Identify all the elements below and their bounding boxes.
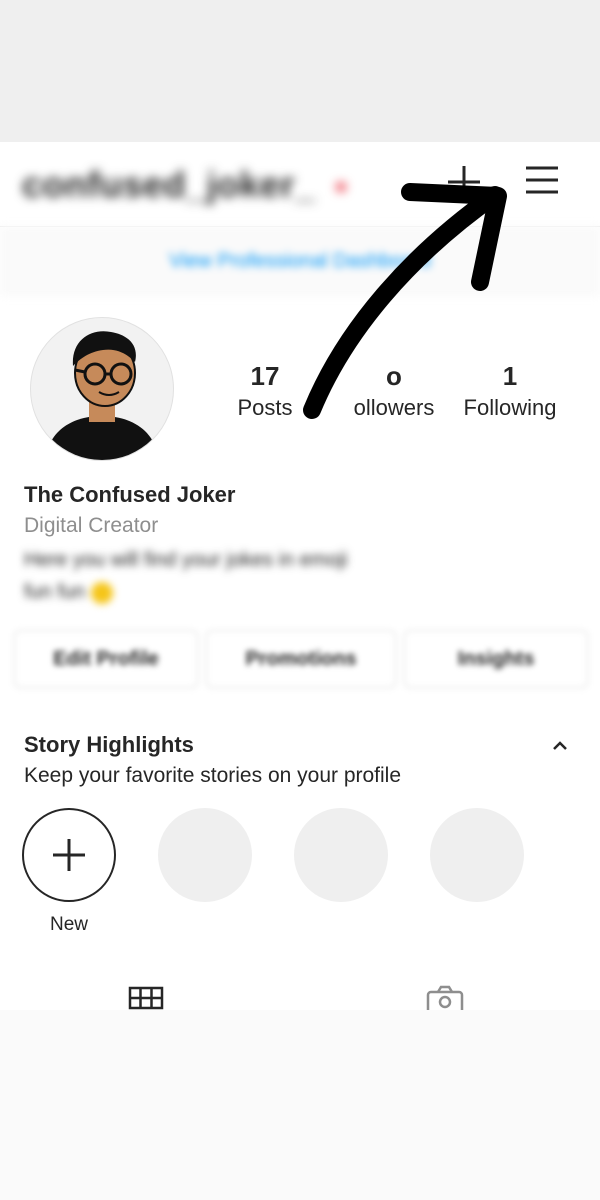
profile-actions: Edit Profile Promotions Insights xyxy=(14,630,588,688)
grid-icon[interactable] xyxy=(126,982,166,1012)
hamburger-menu-icon[interactable] xyxy=(522,160,562,200)
new-highlight-button[interactable] xyxy=(22,808,116,902)
story-highlights-title: Story Highlights xyxy=(24,732,194,757)
edit-profile-button[interactable]: Edit Profile xyxy=(14,630,198,688)
posts-label: Posts xyxy=(237,395,293,420)
followers-stat[interactable]: o ollowers xyxy=(345,360,443,424)
posts-stat: 17 Posts xyxy=(222,360,308,424)
emoji-icon xyxy=(90,581,113,604)
top-bar: confused_joker_ xyxy=(0,142,600,227)
story-highlights-subtitle: Keep your favorite stories on your profi… xyxy=(24,764,402,787)
avatar[interactable] xyxy=(30,317,174,461)
plus-icon xyxy=(53,839,85,871)
followers-count: o xyxy=(386,361,402,391)
profile-category: Digital Creator xyxy=(24,514,159,537)
profile-full-name: The Confused Joker xyxy=(24,482,236,507)
following-stat[interactable]: 1 Following xyxy=(455,360,565,424)
highlight-placeholder xyxy=(294,808,388,902)
highlight-placeholder xyxy=(430,808,524,902)
highlight-placeholder xyxy=(158,808,252,902)
insights-button[interactable]: Insights xyxy=(404,630,588,688)
promotions-button[interactable]: Promotions xyxy=(206,630,396,688)
notification-dot xyxy=(336,182,347,193)
new-highlight-label: New xyxy=(49,914,88,935)
username-switcher[interactable]: confused_joker_ xyxy=(22,164,347,206)
following-count: 1 xyxy=(502,361,518,391)
bio-line-2: fun fun xyxy=(24,576,464,608)
following-label: Following xyxy=(463,395,557,420)
followers-label: ollowers xyxy=(353,395,435,420)
avatar-illustration xyxy=(45,331,159,460)
posts-count: 17 xyxy=(250,361,280,391)
plus-icon[interactable] xyxy=(444,162,484,202)
professional-dashboard-link[interactable]: View Professional Dashboard xyxy=(0,226,600,296)
bio-line-1: Here you will find your jokes in emoji xyxy=(24,549,348,571)
profile-bio: Here you will find your jokes in emoji f… xyxy=(24,544,464,608)
chevron-up-icon[interactable] xyxy=(548,734,572,758)
username-text: confused_joker_ xyxy=(22,164,316,205)
bottom-blank-area xyxy=(0,1010,600,1200)
